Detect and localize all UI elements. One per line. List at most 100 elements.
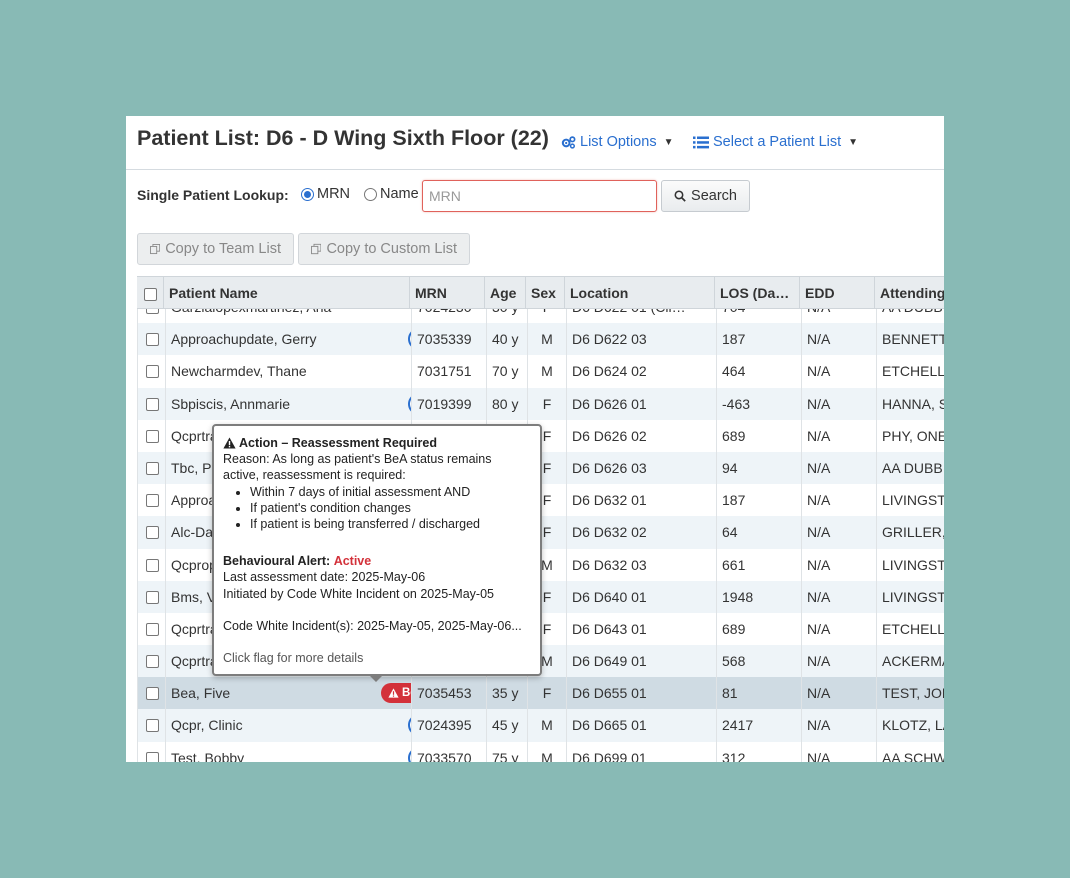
patient-name-text[interactable]: Test, Bobby <box>171 750 244 762</box>
row-checkbox[interactable] <box>146 622 159 636</box>
location-cell: D6 D699 01 <box>566 741 716 762</box>
location-cell: D6 D649 01 <box>566 645 716 678</box>
copy-to-team-list-label: Copy to Team List <box>165 241 281 257</box>
table-row[interactable]: Qcpr, Clinic 7024395 45 y M D6 D665 01 2417 N/… <box>138 709 944 742</box>
attending-cell: HANNA, S <box>876 387 944 420</box>
col-los[interactable]: LOS (Da… <box>715 277 800 308</box>
attending-cell: BENNETT <box>876 323 944 356</box>
tooltip-incidents: Code White Incident(s): 2025-May-05, 202… <box>223 618 522 633</box>
col-edd[interactable]: EDD <box>800 277 875 308</box>
table-row[interactable]: Approachupdate, Gerry 7035339 40 y M D6 D622… <box>138 323 944 356</box>
row-checkbox[interactable] <box>146 590 159 604</box>
col-attending[interactable]: Attending <box>875 277 944 308</box>
los-text: 187 <box>722 492 746 509</box>
table-row[interactable]: Newcharmdev, Thane 7031751 70 y M D6 D624 02… <box>138 355 944 388</box>
sex-text: F <box>542 588 552 605</box>
sex-cell: M <box>527 323 566 356</box>
location-text: D6 D699 01 <box>572 749 647 762</box>
row-checkbox[interactable] <box>146 655 159 669</box>
col-location[interactable]: Location <box>565 277 715 308</box>
list-options-menu[interactable]: List Options ▼ <box>561 134 673 150</box>
location-cell: D6 D624 02 <box>566 355 716 388</box>
row-checkbox[interactable] <box>146 687 159 701</box>
mrn-cell: 7024230 <box>411 309 486 324</box>
row-checkbox[interactable] <box>146 429 159 443</box>
edd-text: N/A <box>807 309 830 315</box>
patient-name-text[interactable]: Approachupdate, Gerry <box>171 331 317 347</box>
patient-name-text[interactable]: Bea, Five <box>171 685 230 701</box>
row-checkbox[interactable] <box>146 558 159 572</box>
los-text: 2417 <box>722 717 754 734</box>
select-patient-list-menu[interactable]: Select a Patient List ▼ <box>693 134 858 150</box>
copy-to-custom-list-button[interactable]: Copy to Custom List <box>298 233 470 265</box>
col-sex[interactable]: Sex <box>526 277 565 308</box>
tooltip-initiated: Initiated by Code White Incident on 2025… <box>223 586 494 601</box>
patient-name-text[interactable]: Sbpiscis, Annmarie <box>171 396 290 412</box>
table-row[interactable]: Bea, Five BeA 7035453 35 y F D6 D655 01 81 N/A T… <box>138 677 944 710</box>
row-checkbox[interactable] <box>146 494 159 508</box>
edd-text: N/A <box>807 717 831 734</box>
table-row[interactable]: Test, Bobby 7033570 75 y M D6 D699 01 312 N/A A… <box>138 741 944 762</box>
caret-down-icon: ▼ <box>848 136 859 148</box>
edd-cell: N/A <box>801 580 876 613</box>
tooltip-last-assessment: Last assessment date: 2025-May-06 <box>223 570 426 585</box>
table-row[interactable]: Garzialopexmartinez, Ana 7024230 30 y F D6 D… <box>138 309 944 324</box>
tooltip-title: Action – Reassessment Required <box>223 435 531 451</box>
tooltip-arrow <box>369 675 383 682</box>
edd-text: N/A <box>807 395 831 412</box>
edd-cell: N/A <box>801 484 876 517</box>
mrn-text: 7035339 <box>417 331 472 348</box>
row-checkbox[interactable] <box>146 365 159 379</box>
sex-cell: M <box>527 741 566 762</box>
edd-text: N/A <box>807 524 831 541</box>
attending-text: ACKERMA <box>882 653 944 670</box>
radio-name[interactable]: Name <box>364 186 419 202</box>
col-mrn[interactable]: MRN <box>410 277 485 308</box>
radio-mrn[interactable]: MRN <box>301 186 350 202</box>
select-all-checkbox[interactable] <box>144 288 157 301</box>
radio-name-control[interactable] <box>364 187 377 201</box>
age-cell: 45 y <box>486 709 527 742</box>
location-cell: D6 D626 03 <box>566 451 716 485</box>
patient-name-text[interactable]: Newcharmdev, Thane <box>171 363 307 379</box>
mrn-search-input[interactable] <box>422 180 657 212</box>
bea-flag-badge[interactable]: BeA <box>381 683 411 704</box>
los-text: 689 <box>722 427 746 444</box>
edd-cell: N/A <box>801 355 876 388</box>
attending-text: PHY, ONE <box>882 427 944 444</box>
age-cell: 70 y <box>486 355 527 388</box>
patient-name-text[interactable]: Qcpr, Clinic <box>171 717 243 733</box>
table-row[interactable]: Sbpiscis, Annmarie 7019399 80 y F D6 D626 01… <box>138 387 944 420</box>
copy-icon <box>150 243 161 255</box>
patient-name-text[interactable]: Qcprop <box>171 557 217 573</box>
los-text: 704 <box>722 309 745 315</box>
edd-cell: N/A <box>801 645 876 678</box>
row-checkbox[interactable] <box>146 461 159 475</box>
patient-name-cell: Qcpr, Clinic <box>165 709 411 742</box>
col-patient-name[interactable]: Patient Name <box>164 277 410 308</box>
los-text: 661 <box>722 556 746 573</box>
row-checkbox[interactable] <box>146 333 159 347</box>
attending-text: ETCHELL <box>882 620 944 637</box>
radio-mrn-control[interactable] <box>301 187 314 201</box>
row-checkbox[interactable] <box>146 309 159 314</box>
los-cell: -463 <box>716 387 801 420</box>
patient-name-text[interactable]: Garzialopexmartinez, Ana <box>171 309 331 315</box>
row-checkbox[interactable] <box>146 526 159 540</box>
edd-cell: N/A <box>801 741 876 762</box>
row-checkbox[interactable] <box>146 397 159 411</box>
patient-name-cell: Approachupdate, Gerry <box>165 323 411 356</box>
attending-text: AA SCHW <box>882 749 944 762</box>
row-checkbox[interactable] <box>146 719 159 733</box>
copy-to-team-list-button[interactable]: Copy to Team List <box>137 233 294 265</box>
attending-cell: AA DUBBI <box>876 451 944 485</box>
mrn-text: 7035453 <box>417 685 472 702</box>
sex-text: F <box>542 492 552 509</box>
row-checkbox[interactable] <box>146 751 159 762</box>
attending-text: LIVINGST <box>882 492 944 509</box>
sex-text: M <box>541 749 553 762</box>
los-cell: 312 <box>716 741 801 762</box>
col-age[interactable]: Age <box>485 277 526 308</box>
age-text: 30 y <box>492 309 518 315</box>
search-button[interactable]: Search <box>661 180 750 212</box>
